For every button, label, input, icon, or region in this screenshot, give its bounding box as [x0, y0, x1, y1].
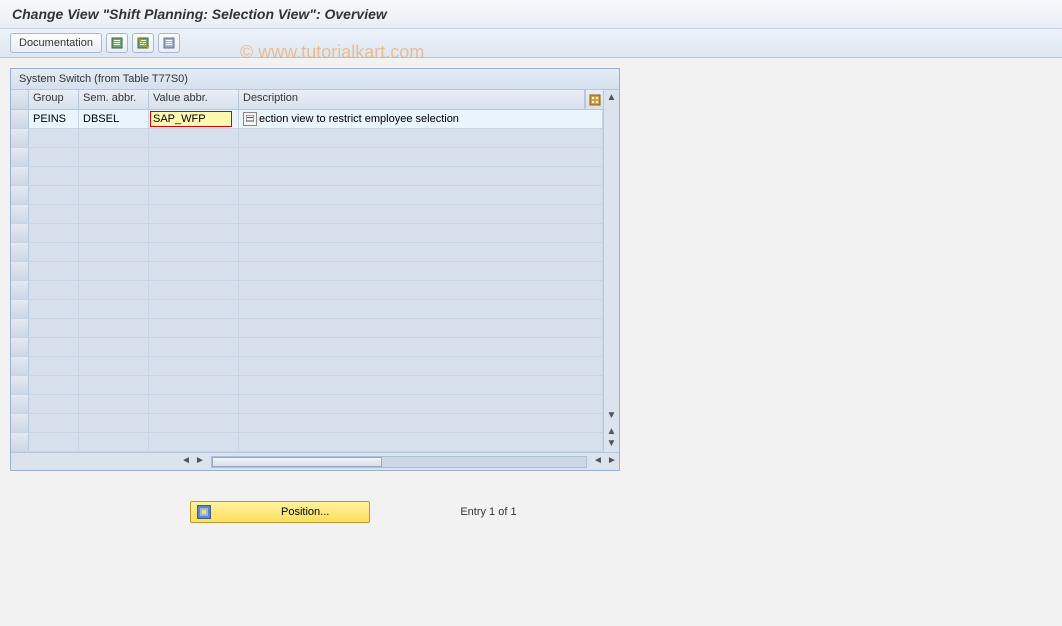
table-row[interactable] [11, 224, 603, 243]
documentation-button[interactable]: Documentation [10, 33, 102, 53]
row-selector[interactable] [11, 148, 29, 166]
grid-settings-icon [163, 37, 175, 49]
horizontal-scrollbar[interactable]: ◄ ► ◄ ► [11, 452, 619, 470]
hscroll-track[interactable] [211, 456, 587, 468]
hscroll-thumb[interactable] [212, 457, 382, 467]
cell-desc: ection view to restrict employee selecti… [239, 110, 603, 128]
entry-counter: Entry 1 of 1 [460, 506, 516, 518]
grid-select-icon [111, 37, 123, 49]
table-panel: System Switch (from Table T77S0) Group S… [10, 68, 620, 471]
table-body: PEINS DBSEL ection view to restrict empl… [11, 110, 603, 452]
table-row[interactable] [11, 186, 603, 205]
row-selector[interactable] [11, 357, 29, 375]
row-selector[interactable] [11, 395, 29, 413]
table-config-icon [589, 94, 601, 106]
column-header-val[interactable]: Value abbr. [149, 90, 239, 109]
scroll-left-icon[interactable]: ◄ [179, 455, 193, 469]
table-row[interactable] [11, 395, 603, 414]
scroll-right-icon[interactable]: ► [193, 455, 207, 469]
row-selector[interactable] [11, 224, 29, 242]
table-row[interactable] [11, 205, 603, 224]
row-selector[interactable] [11, 414, 29, 432]
table-row[interactable] [11, 357, 603, 376]
scroll-up2-icon[interactable]: ▲ [606, 426, 618, 438]
desc-text: ection view to restrict employee selecti… [259, 113, 459, 125]
deselect-all-button[interactable] [132, 33, 154, 53]
table-row[interactable] [11, 376, 603, 395]
position-icon [197, 505, 211, 519]
vertical-scrollbar[interactable]: ▲ ▼ ▲ ▼ [603, 90, 619, 452]
row-selector[interactable] [11, 338, 29, 356]
column-header-desc[interactable]: Description [239, 90, 585, 109]
column-header-group[interactable]: Group [29, 90, 79, 109]
row-selector[interactable] [11, 110, 29, 128]
position-label: Position... [281, 506, 329, 518]
row-selector[interactable] [11, 319, 29, 337]
table-row[interactable] [11, 262, 603, 281]
position-button[interactable]: Position... [190, 501, 370, 523]
table-row[interactable] [11, 319, 603, 338]
cell-sem: DBSEL [79, 110, 149, 128]
row-selector[interactable] [11, 433, 29, 451]
cell-val[interactable] [149, 110, 239, 128]
scroll-down2-icon[interactable]: ▼ [606, 438, 618, 450]
table-settings-button[interactable] [158, 33, 180, 53]
select-all-button[interactable] [106, 33, 128, 53]
row-selector[interactable] [11, 376, 29, 394]
table-row[interactable] [11, 281, 603, 300]
grid-deselect-icon [137, 37, 149, 49]
row-selector[interactable] [11, 300, 29, 318]
cell-group: PEINS [29, 110, 79, 128]
table-row[interactable] [11, 129, 603, 148]
table-row[interactable] [11, 167, 603, 186]
scroll-down-icon[interactable]: ▼ [606, 410, 618, 422]
column-header-sem[interactable]: Sem. abbr. [79, 90, 149, 109]
table-config-button[interactable] [585, 90, 603, 109]
row-selector[interactable] [11, 281, 29, 299]
table-row[interactable] [11, 338, 603, 357]
panel-header: System Switch (from Table T77S0) [11, 69, 619, 90]
row-selector[interactable] [11, 243, 29, 261]
page-title: Change View "Shift Planning: Selection V… [0, 0, 1062, 29]
scroll-left2-icon[interactable]: ◄ [591, 455, 605, 469]
row-selector[interactable] [11, 167, 29, 185]
scroll-right2-icon[interactable]: ► [605, 455, 619, 469]
row-selector-header[interactable] [11, 90, 29, 109]
table-header-row: Group Sem. abbr. Value abbr. Description [11, 90, 603, 110]
table-row[interactable] [11, 414, 603, 433]
table-row[interactable]: PEINS DBSEL ection view to restrict empl… [11, 110, 603, 129]
table-row[interactable] [11, 433, 603, 452]
value-abbr-input[interactable] [150, 111, 232, 127]
table-row[interactable] [11, 243, 603, 262]
table-row[interactable] [11, 300, 603, 319]
scroll-up-icon[interactable]: ▲ [606, 92, 618, 104]
row-selector[interactable] [11, 205, 29, 223]
application-toolbar: Documentation [0, 29, 1062, 58]
search-help-icon[interactable] [243, 112, 257, 126]
row-selector[interactable] [11, 262, 29, 280]
row-selector[interactable] [11, 129, 29, 147]
row-selector[interactable] [11, 186, 29, 204]
table-row[interactable] [11, 148, 603, 167]
